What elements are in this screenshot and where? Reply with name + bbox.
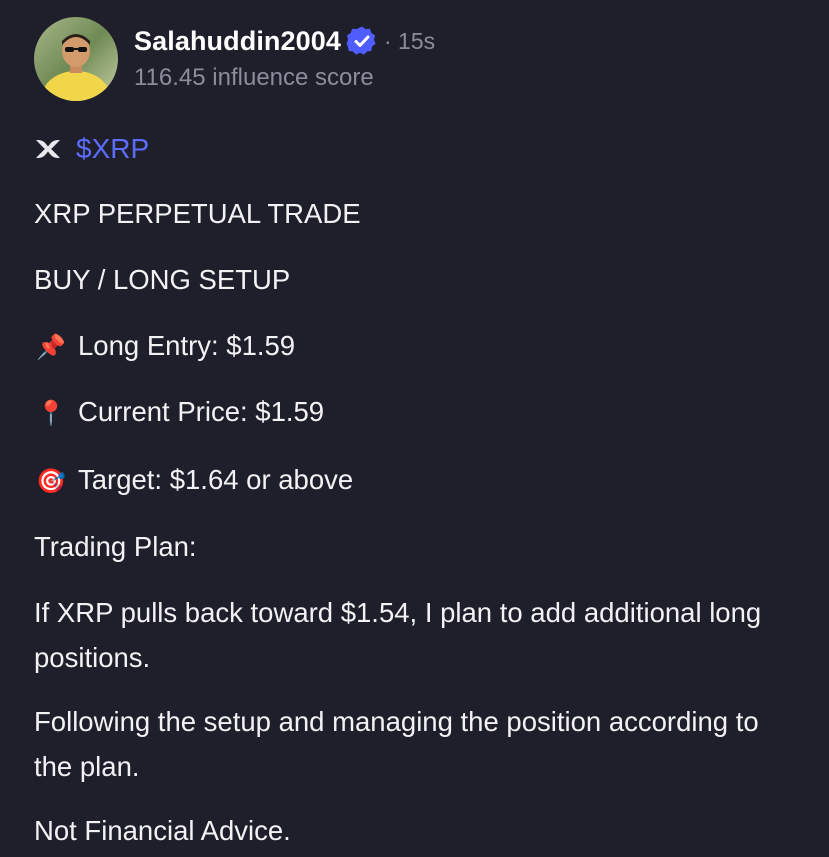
current-price-text: Current Price: $1.59 (78, 396, 325, 427)
target-line: 🎯 Target: $1.64 or above (34, 463, 353, 499)
current-price-line: 📍 Current Price: $1.59 (34, 395, 324, 431)
follow-text: Following the setup and managing the pos… (34, 706, 759, 782)
target-icon: 🎯 (36, 467, 66, 495)
plan-text: If XRP pulls back toward $1.54, I plan t… (34, 597, 762, 673)
plan-heading: Trading Plan: (34, 531, 197, 562)
influence-score: 116.45 influence score (134, 64, 374, 91)
setup-line: BUY / LONG SETUP (34, 264, 291, 295)
round-pin-icon: 📍 (36, 399, 66, 427)
target-text: Target: $1.64 or above (78, 464, 354, 495)
xrp-logo-icon (34, 135, 62, 163)
post-title: XRP PERPETUAL TRADE (34, 198, 361, 229)
post-card: Salahuddin2004 · 15s 116.45 influence sc… (0, 0, 829, 857)
author-username[interactable]: Salahuddin2004 (134, 26, 341, 57)
post-timestamp: · 15s (383, 27, 436, 54)
pushpin-icon: 📌 (36, 333, 66, 361)
avatar[interactable] (34, 17, 118, 101)
entry-line: 📌 Long Entry: $1.59 (34, 329, 295, 365)
author-meta: Salahuddin2004 · 15s 116.45 influence sc… (134, 17, 435, 92)
post-header: Salahuddin2004 · 15s 116.45 influence sc… (34, 17, 435, 101)
verified-badge-icon (346, 25, 378, 57)
cashtag-row: $XRP (34, 132, 149, 166)
disclaimer: Not Financial Advice. (34, 815, 291, 846)
cashtag-link[interactable]: $XRP (76, 132, 149, 166)
entry-text: Long Entry: $1.59 (78, 330, 296, 361)
author-name-row: Salahuddin2004 · 15s (134, 24, 435, 58)
